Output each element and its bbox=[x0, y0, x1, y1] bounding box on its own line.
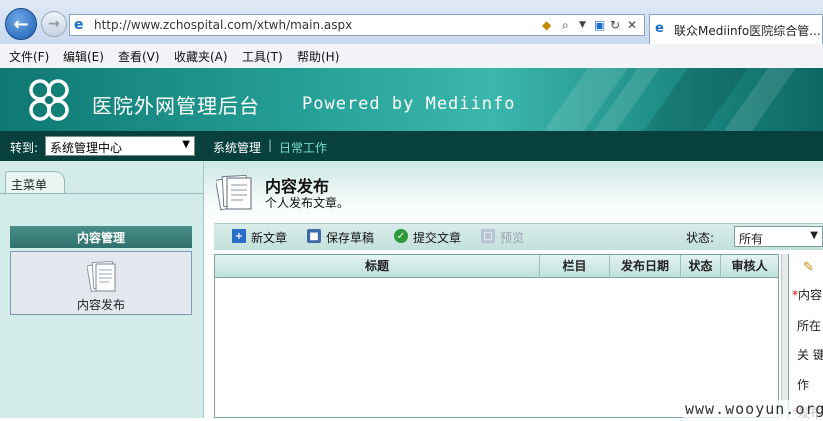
field-label-keywords: 关 键 bbox=[797, 348, 823, 362]
menu-file[interactable]: 文件(F) bbox=[9, 48, 49, 65]
hospital-logo-icon bbox=[29, 79, 69, 121]
goto-select[interactable]: 系统管理中心 ▼ bbox=[45, 136, 195, 156]
page-header: 内容发布 个人发布文章。 bbox=[204, 161, 823, 223]
menu-view[interactable]: 查看(V) bbox=[118, 48, 160, 65]
menu-favorites[interactable]: 收藏夹(A) bbox=[174, 48, 228, 65]
menu-help[interactable]: 帮助(H) bbox=[297, 48, 339, 65]
watermark: www.wooyun.org bbox=[683, 400, 823, 418]
chevron-down-icon: ▼ bbox=[182, 139, 190, 150]
section-title: 内容管理 bbox=[76, 230, 125, 245]
divider bbox=[0, 193, 203, 194]
app-banner: 医院外网管理后台 Powered by Mediinfo bbox=[0, 68, 823, 131]
url-text: http://www.zchospital.com/xtwh/main.aspx bbox=[94, 18, 353, 32]
close-icon[interactable]: ✕ bbox=[627, 17, 637, 33]
field-label-content: *内容 bbox=[792, 288, 823, 302]
sidebar-tab-label: 主菜单 bbox=[11, 178, 48, 192]
back-button[interactable]: ← bbox=[5, 8, 37, 40]
goto-select-value: 系统管理中心 bbox=[50, 141, 123, 155]
nav-bar: 转到: 系统管理中心 ▼ 系统管理 | 日常工作 bbox=[0, 131, 823, 161]
nav-link-daily[interactable]: 日常工作 bbox=[279, 139, 327, 156]
preview-icon[interactable]: □ bbox=[481, 229, 495, 243]
column-header-category[interactable]: 栏目 bbox=[540, 255, 610, 277]
column-header-status[interactable]: 状态 bbox=[681, 255, 721, 277]
sidebar: 主菜单 内容管理 内容发布 bbox=[0, 161, 204, 418]
banner-subtitle: Powered by Mediinfo bbox=[302, 94, 516, 114]
edit-icon: ✎ bbox=[803, 260, 814, 275]
documents-icon bbox=[216, 174, 252, 211]
chevron-down-icon: ▼ bbox=[810, 230, 818, 241]
column-header-reviewer[interactable]: 审核人 bbox=[721, 255, 778, 277]
menu-tools[interactable]: 工具(T) bbox=[242, 48, 283, 65]
menu-bar: 文件(F) 编辑(E) 查看(V) 收藏夹(A) 工具(T) 帮助(H) bbox=[0, 44, 823, 69]
field-label-author: 作 bbox=[797, 378, 810, 392]
new-article-button[interactable]: 新文章 bbox=[251, 229, 287, 246]
article-edit-panel: ✎ *内容 所在 关 键 作 *发布 bbox=[788, 254, 823, 420]
browser-chrome: ← → e http://www.zchospital.com/xtwh/mai… bbox=[0, 0, 823, 44]
preview-button[interactable]: 预览 bbox=[500, 229, 524, 246]
table-header: 标题 栏目 发布日期 状态 审核人 bbox=[215, 255, 778, 278]
article-table: 标题 栏目 发布日期 状态 审核人 bbox=[214, 254, 779, 418]
page-subtitle: 个人发布文章。 bbox=[265, 196, 350, 210]
nav-separator: | bbox=[268, 138, 273, 152]
compat-view-icon[interactable]: ▣ bbox=[594, 17, 605, 33]
sidebar-tab-main-menu[interactable]: 主菜单 bbox=[5, 171, 65, 194]
plus-icon[interactable]: + bbox=[232, 229, 246, 243]
nav-link-system[interactable]: 系统管理 bbox=[213, 139, 261, 156]
address-bar[interactable]: e http://www.zchospital.com/xtwh/main.as… bbox=[69, 14, 645, 36]
status-select[interactable]: 所有 ▼ bbox=[734, 226, 823, 247]
forward-button[interactable]: → bbox=[41, 11, 67, 37]
menu-edit[interactable]: 编辑(E) bbox=[63, 48, 104, 65]
main-content: 内容发布 个人发布文章。 + 新文章 ■ 保存草稿 ✓ 提交文章 □ 预览 状态… bbox=[204, 161, 823, 420]
arrow-right-icon: → bbox=[48, 16, 60, 32]
save-icon[interactable]: ■ bbox=[307, 229, 321, 243]
sidebar-item-label: 内容发布 bbox=[76, 298, 125, 312]
column-header-title[interactable]: 标题 bbox=[215, 255, 540, 277]
refresh-icon[interactable]: ↻ bbox=[610, 17, 620, 33]
section-header[interactable]: 内容管理 bbox=[10, 226, 192, 248]
dropdown-arrow-icon[interactable]: ▼ bbox=[579, 17, 586, 33]
banner-title: 医院外网管理后台 bbox=[92, 94, 260, 118]
ie-tab-icon: e bbox=[655, 21, 664, 36]
goto-label: 转到: bbox=[10, 141, 39, 155]
ie-page-icon: e bbox=[74, 17, 84, 33]
scrollbar[interactable] bbox=[781, 254, 788, 418]
status-label: 状态: bbox=[686, 231, 715, 245]
submit-article-button[interactable]: 提交文章 bbox=[413, 229, 461, 246]
tab-title: 联众Mediinfo医院综合管... bbox=[674, 24, 821, 38]
field-label-location: 所在 bbox=[797, 319, 822, 333]
search-icon[interactable]: ⌕ bbox=[562, 17, 569, 33]
shield-icon[interactable]: ◆ bbox=[542, 17, 551, 33]
arrow-left-icon: ← bbox=[13, 13, 29, 35]
toolbar: + 新文章 ■ 保存草稿 ✓ 提交文章 □ 预览 状态: 所有 ▼ bbox=[214, 223, 823, 250]
sidebar-item-content-publish[interactable]: 内容发布 bbox=[10, 251, 192, 315]
status-select-value: 所有 bbox=[739, 232, 764, 246]
check-icon[interactable]: ✓ bbox=[394, 229, 408, 243]
documents-icon bbox=[87, 260, 116, 293]
browser-tab[interactable]: e 联众Mediinfo医院综合管... bbox=[649, 14, 823, 44]
column-header-publish-date[interactable]: 发布日期 bbox=[610, 255, 681, 277]
save-draft-button[interactable]: 保存草稿 bbox=[326, 229, 374, 246]
